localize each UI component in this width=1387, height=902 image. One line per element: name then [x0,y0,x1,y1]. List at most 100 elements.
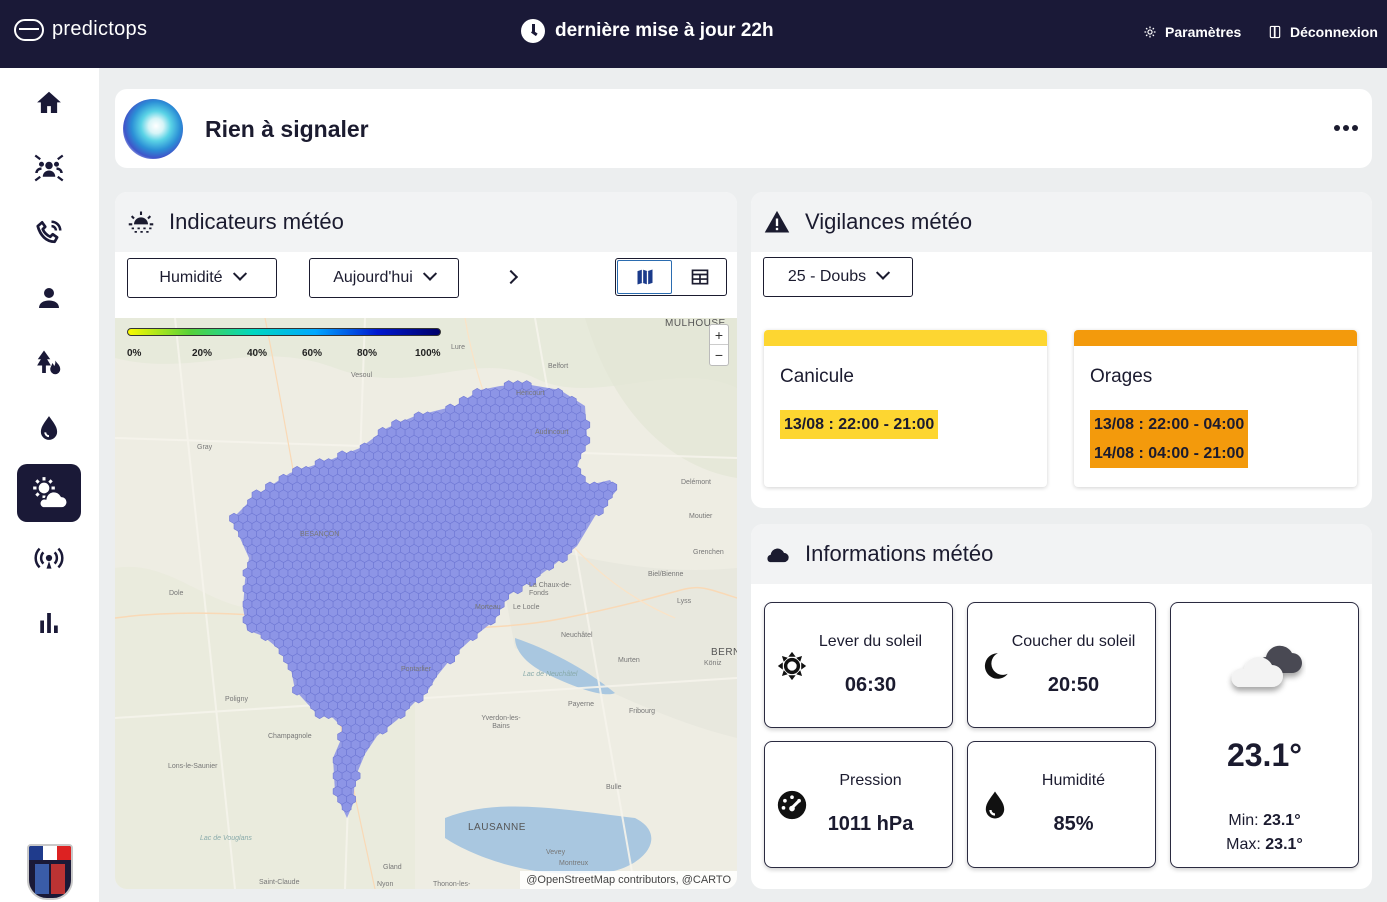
sidebar-item-calls[interactable] [17,204,81,262]
sidebar-item-person[interactable] [17,269,81,327]
sidebar-item-weather[interactable] [17,464,81,522]
last-update: dernière mise à jour 22h [521,19,774,43]
vigilance-level-band [1074,330,1357,346]
map-label: Biel/Bienne [648,571,684,578]
weather-vigilance-title: Vigilances météo [805,209,973,234]
humidity-hex-cell[interactable] [247,622,257,634]
map-zoom-control: + − [709,324,729,366]
current-temperature: 23.1° [1226,737,1303,773]
legend-tick: 20% [192,348,213,359]
map-label: Köniz [704,660,722,667]
cloud-icon [767,548,789,563]
sidebar-item-forest-fire[interactable] [17,334,81,392]
logo-text: predictops [52,18,148,40]
zoom-in-button[interactable]: + [710,325,728,345]
zoom-out-button[interactable]: − [710,345,728,365]
legend-tick: 80% [357,348,378,359]
max-temperature: Max: 23.1° [1171,836,1358,854]
weather-indicators-title: Indicateurs météo [169,209,344,234]
humidity-hex-cell[interactable] [260,629,271,641]
map-label: Grenchen [693,549,724,556]
humidity-map[interactable]: 0% 20% 40% 60% 80% 100% MULHOUSE Lure Be… [115,318,737,889]
pressure-label: Pression [839,772,902,789]
alert-status-title: Rien à signaler [205,116,369,142]
sidebar-item-stats[interactable] [17,594,81,652]
cloudy-icon [1231,645,1302,687]
max-temperature-value: 23.1° [1265,836,1303,853]
humidity-hex-cell[interactable] [314,707,325,719]
vigilance-period: 13/08 : 22:00 - 21:00 [780,410,939,439]
vigilance-card-orages[interactable]: Orages 13/08 : 22:00 - 04:00 14/08 : 04:… [1074,330,1357,487]
vigilance-card-title: Orages [1090,366,1153,387]
humidity-hex-cell[interactable] [593,505,604,517]
humidity-hex-cell[interactable] [413,692,424,704]
sidebar-item-crowd[interactable] [17,139,81,197]
map-label: Thonon-les- [433,881,471,888]
table-icon [691,269,708,285]
settings-label: Paramètres [1165,24,1242,40]
humidity-hex-cell[interactable] [395,707,406,719]
humidity-hex-cell[interactable] [292,684,302,696]
last-update-text: dernière mise à jour 22h [555,20,774,41]
home-icon [37,91,61,113]
map-view-button[interactable] [617,260,672,294]
next-period-arrow[interactable] [503,269,519,285]
humidity-hex-cell[interactable] [341,801,352,813]
vigilance-card-title: Canicule [780,366,854,387]
map-attribution[interactable]: @OpenStreetMap contributors, @CARTO [520,871,737,889]
map-label: Murten [618,657,640,664]
sidebar-item-water[interactable] [17,399,81,457]
humidity-label: Humidité [1041,772,1106,789]
map-label: Lure [451,344,466,351]
view-toggle [615,258,727,296]
logout-link[interactable]: Déconnexion [1268,24,1378,40]
humidity-hex-cell[interactable] [485,614,496,626]
phone-call-icon [36,220,62,244]
table-view-button[interactable] [673,259,726,295]
forest-fire-icon [37,350,61,375]
min-temperature-label: Min: [1228,812,1259,829]
sunset-label: Coucher du soleil [1011,633,1136,650]
weather-vigilance-header: Vigilances météo [751,192,1372,252]
more-options-button[interactable] [1334,125,1358,131]
app-logo[interactable]: predictops [14,18,147,41]
weather-info-header: Informations météo [751,524,1372,584]
water-drop-icon [40,416,58,440]
humidity-hex-cell[interactable] [544,559,555,571]
indicator-select[interactable]: Humidité [127,258,277,298]
logo-mark-icon [14,18,44,41]
chevron-down-icon [876,265,891,280]
map-label: Lac de Vouglans [200,835,252,842]
humidity-hex-cell[interactable] [445,653,456,665]
humidity-hex-cell[interactable] [377,723,388,735]
pressure-value: 1011 hPa [827,813,914,835]
sunrise-label: Lever du soleil [818,633,923,650]
humidity-tile: Humidité 85% [967,741,1156,868]
sidebar-item-broadcast[interactable] [17,529,81,587]
min-temperature: Min: 23.1° [1171,812,1358,830]
sidebar-item-home[interactable] [17,74,81,132]
period-select-value: Aujourd'hui [333,269,413,286]
vigilance-card-canicule[interactable]: Canicule 13/08 : 22:00 - 21:00 [764,330,1047,487]
department-select[interactable]: 25 - Doubs [763,257,913,297]
map-label: Nyon [377,881,394,888]
clock-icon [521,19,545,43]
gear-icon [1144,26,1156,38]
status-orb-icon [123,99,183,159]
sidebar [0,68,99,902]
humidity-hex-cell[interactable] [557,551,568,563]
humidity-hex-cell[interactable] [467,629,478,641]
settings-link[interactable]: Paramètres [1143,24,1241,40]
period-select[interactable]: Aujourd'hui [309,258,459,298]
legend-tick: 40% [247,348,268,359]
bar-chart-icon [40,613,58,633]
weather-indicators-panel: Indicateurs météo Humidité Aujourd'hui 0… [115,192,737,889]
map-label: LAUSANNE [468,822,526,833]
humidity-hex-cell[interactable] [323,707,334,719]
max-temperature-label: Max: [1226,836,1261,853]
map-label: La Chaux-de-Fonds [529,582,572,597]
humidity-hex-cell[interactable] [512,583,523,595]
alert-status-card: Rien à signaler [115,89,1372,168]
map-label: Pontarlier [401,666,431,673]
sunset-tile: Coucher du soleil 20:50 [967,602,1156,728]
